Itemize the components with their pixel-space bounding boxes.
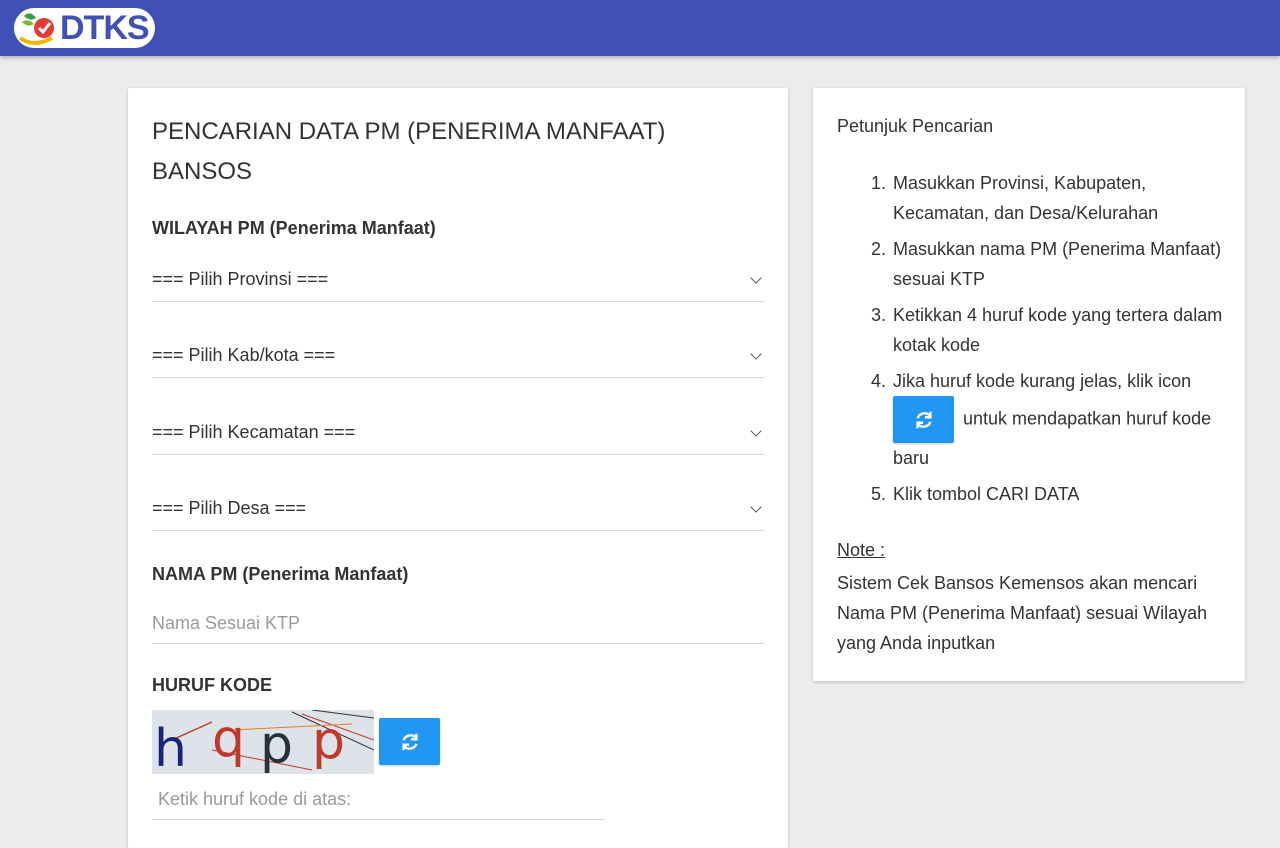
captcha-input[interactable]: [152, 780, 605, 820]
provinsi-select[interactable]: === Pilih Provinsi ===: [152, 258, 764, 302]
dtks-emblem-icon: [14, 8, 58, 48]
search-form-card: PENCARIAN DATA PM (PENERIMA MANFAAT) BAN…: [128, 88, 788, 848]
kecamatan-select[interactable]: === Pilih Kecamatan ===: [152, 411, 764, 455]
help-steps: 1. Masukkan Provinsi, Kabupaten, Kecamat…: [837, 168, 1227, 515]
step-text: Ketikkan 4 huruf kode yang tertera dalam…: [893, 305, 1223, 355]
step-number: 4.: [871, 371, 887, 391]
desa-select-value: === Pilih Desa ===: [152, 498, 307, 518]
chevron-down-icon: [750, 424, 762, 437]
logo-wordmark: DTKS: [58, 8, 155, 48]
list-item: 3. Ketikkan 4 huruf kode yang tertera da…: [837, 300, 1227, 360]
kecamatan-select-value: === Pilih Kecamatan ===: [152, 422, 356, 442]
page-title: PENCARIAN DATA PM (PENERIMA MANFAAT) BAN…: [152, 118, 666, 185]
svg-text:h: h: [154, 719, 187, 774]
kabkota-select[interactable]: === Pilih Kab/kota ===: [152, 334, 764, 378]
desa-select[interactable]: === Pilih Desa ===: [152, 487, 764, 531]
refresh-captcha-button[interactable]: [379, 718, 440, 765]
nama-input[interactable]: [152, 604, 764, 644]
svg-text:q: q: [212, 710, 245, 769]
note-text: Sistem Cek Bansos Kemensos akan mencari …: [837, 573, 1208, 653]
step-text: Masukkan Provinsi, Kabupaten, Kecamatan,…: [893, 173, 1159, 223]
list-item: 2. Masukkan nama PM (Penerima Manfaat) s…: [837, 234, 1227, 294]
step-text: Klik tombol CARI DATA: [893, 484, 1080, 504]
dtks-logo[interactable]: DTKS: [14, 6, 174, 50]
list-item: 5. Klik tombol CARI DATA: [837, 479, 1227, 509]
kabkota-select-value: === Pilih Kab/kota ===: [152, 345, 336, 365]
refresh-icon-sample: [893, 396, 954, 443]
step-number: 1.: [871, 173, 887, 193]
chevron-down-icon: [750, 271, 762, 284]
help-title: Petunjuk Pencarian: [837, 116, 994, 136]
step-number: 3.: [871, 305, 887, 325]
svg-text:p: p: [312, 711, 345, 771]
captcha-image: h q p p: [152, 709, 375, 779]
step-text: Jika huruf kode kurang jelas, klik icon: [893, 371, 1192, 391]
provinsi-select-value: === Pilih Provinsi ===: [152, 269, 329, 289]
chevron-down-icon: [750, 347, 762, 360]
refresh-icon: [915, 411, 932, 428]
step-number: 5.: [871, 484, 887, 504]
step-number: 2.: [871, 239, 887, 259]
top-navbar: DTKS: [0, 0, 1280, 56]
step-text: Masukkan nama PM (Penerima Manfaat) sesu…: [893, 239, 1222, 289]
svg-text:p: p: [260, 715, 293, 774]
note-label: Note :: [837, 540, 886, 560]
wilayah-label: WILAYAH PM (Penerima Manfaat): [152, 218, 436, 238]
refresh-icon: [401, 733, 418, 750]
kode-label: HURUF KODE: [152, 675, 272, 695]
nama-label: NAMA PM (Penerima Manfaat): [152, 564, 409, 584]
list-item: 1. Masukkan Provinsi, Kabupaten, Kecamat…: [837, 168, 1227, 228]
help-card: Petunjuk Pencarian 1. Masukkan Provinsi,…: [813, 88, 1245, 681]
chevron-down-icon: [750, 500, 762, 513]
list-item: 4. Jika huruf kode kurang jelas, klik ic…: [837, 366, 1227, 473]
